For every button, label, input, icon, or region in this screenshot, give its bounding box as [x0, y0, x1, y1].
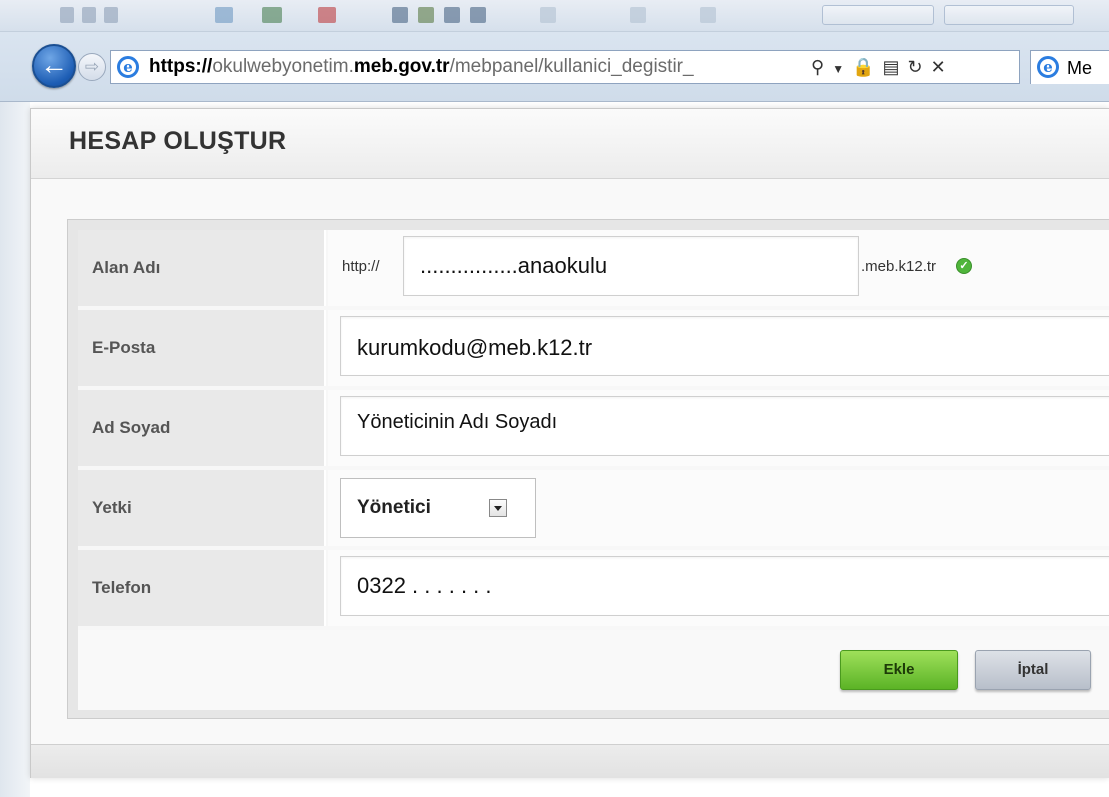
- account-form: Alan Adı http:// ................anaokul…: [67, 219, 1109, 719]
- page-content: HESAP OLUŞTUR Alan Adı http:// .........…: [0, 102, 1109, 797]
- tab-title: Me: [1067, 58, 1093, 78]
- search-icon[interactable]: ⚲: [811, 51, 824, 83]
- refresh-icon[interactable]: ↻: [908, 51, 923, 83]
- create-account-dialog: HESAP OLUŞTUR Alan Adı http:// .........…: [30, 108, 1109, 778]
- field-label-cell: Alan Adı: [78, 230, 326, 306]
- role-selected-value: Yönetici: [357, 497, 431, 518]
- url-text[interactable]: https://okulwebyonetim.meb.gov.tr/mebpan…: [149, 51, 789, 83]
- fullname-input[interactable]: Yöneticinin Adı Soyadı: [340, 396, 1109, 456]
- browser-toolbar: [0, 0, 1109, 32]
- toolbar-icon[interactable]: [104, 7, 118, 23]
- email-input-value: kurumkodu@meb.k12.tr: [357, 335, 593, 360]
- browser-tab[interactable]: e Me: [1030, 50, 1109, 84]
- toolbar-icon[interactable]: [540, 7, 556, 23]
- toolbar-icon[interactable]: [444, 7, 460, 23]
- domain-input[interactable]: ................anaokulu: [403, 236, 859, 296]
- form-row-phone: Telefon 0322 . . . . . . .: [78, 550, 1109, 630]
- toolbar-icon[interactable]: [82, 7, 96, 23]
- form-row-fullname: Ad Soyad Yöneticinin Adı Soyadı: [78, 390, 1109, 470]
- field-label-cell: E-Posta: [78, 310, 326, 386]
- url-path: /mebpanel/kullanici_degistir_: [449, 56, 694, 77]
- url-domain: meb.gov.tr: [353, 56, 450, 77]
- address-controls: ⚲ ▼ 🔒 ▤ ↻ ✕: [811, 51, 954, 83]
- fullname-label: Ad Soyad: [92, 418, 171, 437]
- compatibility-view-icon[interactable]: ▤: [883, 51, 900, 83]
- domain-prefix: http://: [342, 258, 380, 275]
- check-circle-icon: ✓: [956, 258, 972, 274]
- email-label: E-Posta: [92, 338, 156, 357]
- back-button[interactable]: ←: [32, 44, 76, 88]
- role-select[interactable]: Yönetici: [340, 478, 536, 538]
- ie-logo-icon: e: [1037, 56, 1059, 78]
- toolbar-icon[interactable]: [392, 7, 408, 23]
- browser-chrome: ← ⇨ e https://okulwebyonetim.meb.gov.tr/…: [0, 0, 1109, 102]
- field-value-cell: Yöneticinin Adı Soyadı: [328, 390, 1109, 466]
- url-host: okulwebyonetim.: [212, 56, 354, 77]
- address-bar[interactable]: e https://okulwebyonetim.meb.gov.tr/mebp…: [110, 50, 1020, 84]
- domain-label: Alan Adı: [92, 258, 161, 277]
- dialog-body: Alan Adı http:// ................anaokul…: [31, 179, 1109, 744]
- form-row-email: E-Posta kurumkodu@meb.k12.tr: [78, 310, 1109, 390]
- field-value-cell: http:// ................anaokulu .meb.k1…: [328, 230, 1109, 306]
- toolbar-button[interactable]: [822, 5, 934, 25]
- toolbar-button[interactable]: [944, 5, 1074, 25]
- dialog-footer: [31, 744, 1109, 778]
- field-value-cell: 0322 . . . . . . .: [328, 550, 1109, 626]
- fullname-input-value: Yöneticinin Adı Soyadı: [357, 411, 558, 433]
- toolbar-icon[interactable]: [60, 7, 74, 23]
- toolbar-icon[interactable]: [318, 7, 336, 23]
- close-icon[interactable]: ✕: [931, 51, 946, 83]
- url-scheme: https://: [149, 56, 213, 77]
- toolbar-icon[interactable]: [215, 7, 233, 23]
- role-label: Yetki: [92, 498, 132, 517]
- toolbar-icon[interactable]: [630, 7, 646, 23]
- phone-input-value: 0322 . . . . . . .: [357, 573, 492, 598]
- field-label-cell: Telefon: [78, 550, 326, 626]
- form-actions: Ekle İptal: [78, 630, 1109, 710]
- form-row-role: Yetki Yönetici: [78, 470, 1109, 550]
- dropdown-arrow-icon[interactable]: ▼: [832, 53, 844, 85]
- toolbar-icon[interactable]: [262, 7, 282, 23]
- page-left-margin: [0, 102, 30, 797]
- toolbar-icon[interactable]: [418, 7, 434, 23]
- field-label-cell: Ad Soyad: [78, 390, 326, 466]
- arrow-right-icon: ⇨: [84, 57, 100, 76]
- field-value-cell: kurumkodu@meb.k12.tr: [328, 310, 1109, 386]
- dialog-title: HESAP OLUŞTUR: [69, 127, 287, 155]
- domain-suffix: .meb.k12.tr: [861, 258, 937, 275]
- forward-button[interactable]: ⇨: [78, 53, 106, 81]
- phone-input[interactable]: 0322 . . . . . . .: [340, 556, 1109, 616]
- field-label-cell: Yetki: [78, 470, 326, 546]
- cancel-button[interactable]: İptal: [975, 650, 1091, 690]
- phone-label: Telefon: [92, 578, 152, 597]
- domain-input-value: ................anaokulu: [420, 253, 608, 278]
- arrow-left-icon: ←: [40, 49, 68, 80]
- email-input[interactable]: kurumkodu@meb.k12.tr: [340, 316, 1109, 376]
- dropdown-arrow-icon[interactable]: [489, 499, 507, 517]
- add-button[interactable]: Ekle: [840, 650, 958, 690]
- field-value-cell: Yönetici: [328, 470, 1109, 546]
- toolbar-icon[interactable]: [470, 7, 486, 23]
- toolbar-icon[interactable]: [700, 7, 716, 23]
- dialog-header: HESAP OLUŞTUR: [31, 109, 1109, 179]
- ie-logo-icon: e: [117, 56, 139, 78]
- lock-icon[interactable]: 🔒: [852, 51, 874, 83]
- form-row-domain: Alan Adı http:// ................anaokul…: [78, 230, 1109, 310]
